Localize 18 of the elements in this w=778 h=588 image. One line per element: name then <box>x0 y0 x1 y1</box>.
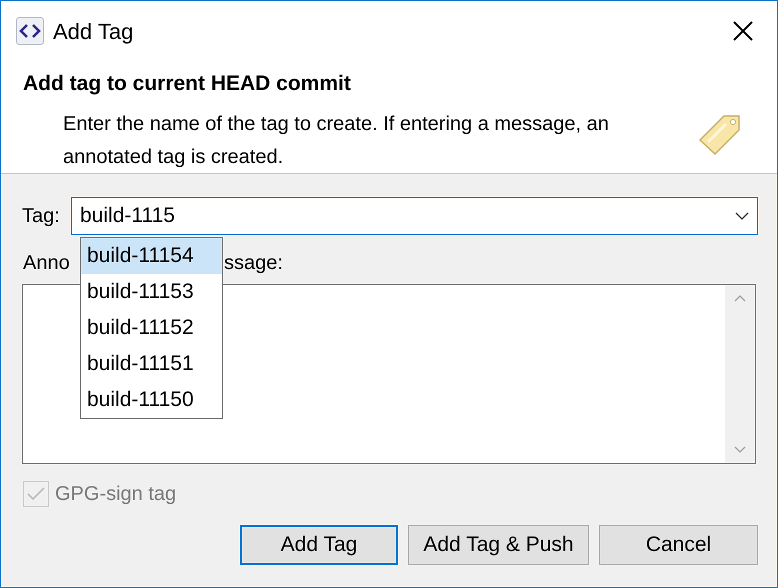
dialog-button[interactable]: Add Tag <box>240 525 398 565</box>
dialog-button[interactable]: Add Tag & Push <box>408 525 589 565</box>
suggestion-item[interactable]: build-11154 <box>81 238 222 274</box>
tag-combo-box[interactable]: build-1115 <box>71 197 758 235</box>
scroll-down-icon[interactable] <box>734 446 746 453</box>
message-label: ssage: <box>224 251 283 274</box>
app-icon <box>16 17 44 45</box>
window-title: Add Tag <box>53 18 134 46</box>
chevron-down-icon[interactable] <box>735 212 749 220</box>
message-label: Anno <box>23 252 70 274</box>
scroll-up-icon[interactable] <box>734 295 746 302</box>
dialog-button[interactable]: Cancel <box>599 525 758 565</box>
close-icon[interactable] <box>733 21 753 41</box>
scrollbar[interactable] <box>725 285 755 463</box>
header-description: Enter the name of the tag to create. If entering a message, an annotated tag is created. <box>63 112 610 170</box>
tag-label: Tag: <box>22 204 61 229</box>
gpg-sign-label: GPG-sign tag <box>55 482 176 507</box>
header-title: Add tag to current HEAD commit <box>22 71 352 97</box>
